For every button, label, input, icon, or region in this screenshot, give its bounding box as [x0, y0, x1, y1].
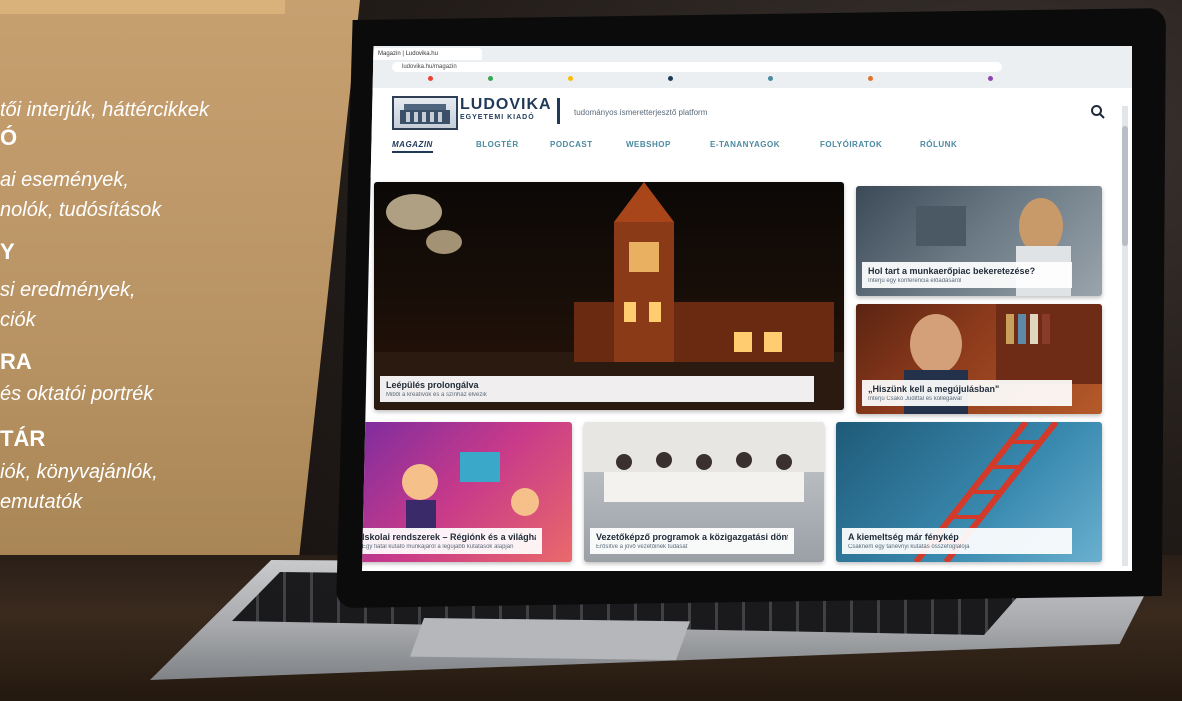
left-item-5-line-1: iók, könyvajánlók,	[0, 461, 158, 483]
card-subtitle: Interjú egy konferencia előadásáról	[868, 278, 962, 284]
ludovika-logo-icon[interactable]	[392, 96, 458, 130]
card-caption: Leépülés prolongálva Miből a kreatívok é…	[380, 376, 814, 402]
card-title: Vezetőképző programok a közigazgatási dö…	[596, 532, 788, 542]
card-title: „Hiszünk kell a megújulásban"	[868, 384, 1000, 394]
browser-tabstrip: Magazin | Ludovika.hu	[372, 48, 1122, 60]
laptop-trackpad	[410, 618, 690, 660]
bookmark-item[interactable]	[488, 76, 495, 82]
page-scrollbar[interactable]	[1122, 106, 1128, 566]
bookmarks-bar	[368, 76, 1128, 86]
article-card-renewal[interactable]: „Hiszünk kell a megújulásban" Interjú Cs…	[856, 304, 1102, 414]
left-item-3-line-1: si eredmények,	[0, 279, 136, 301]
card-title: Iskolai rendszerek – Régiónk és a világh…	[362, 532, 536, 542]
card-caption: A kiemeltség már fénykép Csaknem egy tan…	[842, 528, 1072, 554]
card-subtitle: Interjú Csákó Judittal és kollégáival	[868, 396, 962, 402]
browser-chrome: Magazin | Ludovika.hu ludovika.hu/magazi…	[362, 46, 1132, 89]
left-item-5-line-2: emutatók	[0, 491, 83, 513]
nav-e-tananyagok[interactable]: E-TANANYAGOK	[710, 140, 780, 149]
address-bar[interactable]: ludovika.hu/magazin	[392, 62, 1002, 72]
bookmark-item[interactable]	[988, 76, 995, 82]
card-subtitle: Miből a kreatívok és a színház élvezik	[386, 392, 487, 398]
browser-tab[interactable]: Magazin | Ludovika.hu	[372, 48, 482, 60]
photo-scene: tői interjúk, háttércikkek Ó ai eseménye…	[0, 0, 1182, 701]
nav-webshop[interactable]: WEBSHOP	[626, 140, 671, 149]
nav-folyoiratok[interactable]: FOLYÓIRATOK	[820, 140, 882, 149]
main-nav: MAGAZIN BLOGTÉR PODCAST WEBSHOP E-TANANY…	[392, 140, 1112, 156]
search-button[interactable]	[1090, 104, 1106, 120]
bookmark-item[interactable]	[868, 76, 875, 82]
left-item-4-line-1: és oktatói portrék	[0, 383, 154, 405]
bookmark-item[interactable]	[668, 76, 675, 82]
gold-strip	[0, 0, 285, 14]
card-subtitle: Csaknem egy tanévnyi kutatás összefoglal…	[848, 544, 970, 550]
left-item-2-line-2: nolók, tudósítások	[0, 199, 162, 221]
scrollbar-thumb[interactable]	[1122, 126, 1128, 246]
logo-building-icon	[400, 104, 450, 124]
logo-subtitle: EGYETEMI KIADÓ	[460, 114, 535, 121]
left-item-3-heading: Y	[0, 239, 15, 264]
nav-podcast[interactable]: PODCAST	[550, 140, 593, 149]
card-caption: Vezetőképző programok a közigazgatási dö…	[590, 528, 794, 554]
left-item-3-line-2: ciók	[0, 309, 36, 331]
card-title: Hol tart a munkaerőpiac bekeretezése?	[868, 266, 1036, 276]
card-caption: Hol tart a munkaerőpiac bekeretezése? In…	[862, 262, 1072, 288]
site-header: LUDOVIKA EGYETEMI KIADÓ tudományos ismer…	[362, 88, 1132, 178]
bookmark-item[interactable]	[768, 76, 775, 82]
left-item-2-line-1: ai események,	[0, 169, 129, 191]
card-subtitle: Erősítve a jövő vezetőinek tudását	[596, 544, 688, 550]
bookmark-item[interactable]	[568, 76, 575, 82]
nav-magazin[interactable]: MAGAZIN	[392, 140, 433, 153]
bookmark-item[interactable]	[428, 76, 435, 82]
left-item-1-line-1: tői interjúk, háttércikkek	[0, 99, 209, 121]
nav-rolunk[interactable]: RÓLUNK	[920, 140, 957, 149]
nav-blogter[interactable]: BLOGTÉR	[476, 140, 519, 149]
left-item-2-heading: Ó	[0, 125, 18, 150]
article-card-featured[interactable]: Leépülés prolongálva Miből a kreatívok é…	[374, 182, 844, 410]
card-title: Leépülés prolongálva	[386, 380, 479, 390]
article-card-leadership[interactable]: Vezetőképző programok a közigazgatási dö…	[584, 422, 824, 562]
article-card-photo[interactable]: A kiemeltség már fénykép Csaknem egy tan…	[836, 422, 1102, 562]
article-grid: Leépülés prolongálva Miből a kreatívok é…	[362, 178, 1132, 571]
laptop-screen: Magazin | Ludovika.hu ludovika.hu/magazi…	[362, 46, 1132, 571]
card-caption: „Hiszünk kell a megújulásban" Interjú Cs…	[862, 380, 1072, 406]
left-item-5-heading: TÁR	[0, 426, 46, 451]
article-card-labor-market[interactable]: Hol tart a munkaerőpiac bekeretezése? In…	[856, 186, 1102, 296]
logo-separator	[557, 98, 560, 124]
search-icon	[1091, 105, 1105, 119]
left-item-4-heading: RA	[0, 349, 32, 374]
article-card-schools[interactable]: Iskolai rendszerek – Régiónk és a világh…	[362, 422, 572, 562]
site-tagline: tudományos ismeretterjesztő platform	[574, 108, 708, 117]
card-subtitle: Egy fiatal kutató munkájáról a legújabb …	[362, 544, 514, 550]
card-title: A kiemeltség már fénykép	[848, 532, 959, 542]
card-caption: Iskolai rendszerek – Régiónk és a világh…	[362, 528, 542, 554]
logo-name: LUDOVIKA	[460, 96, 552, 113]
